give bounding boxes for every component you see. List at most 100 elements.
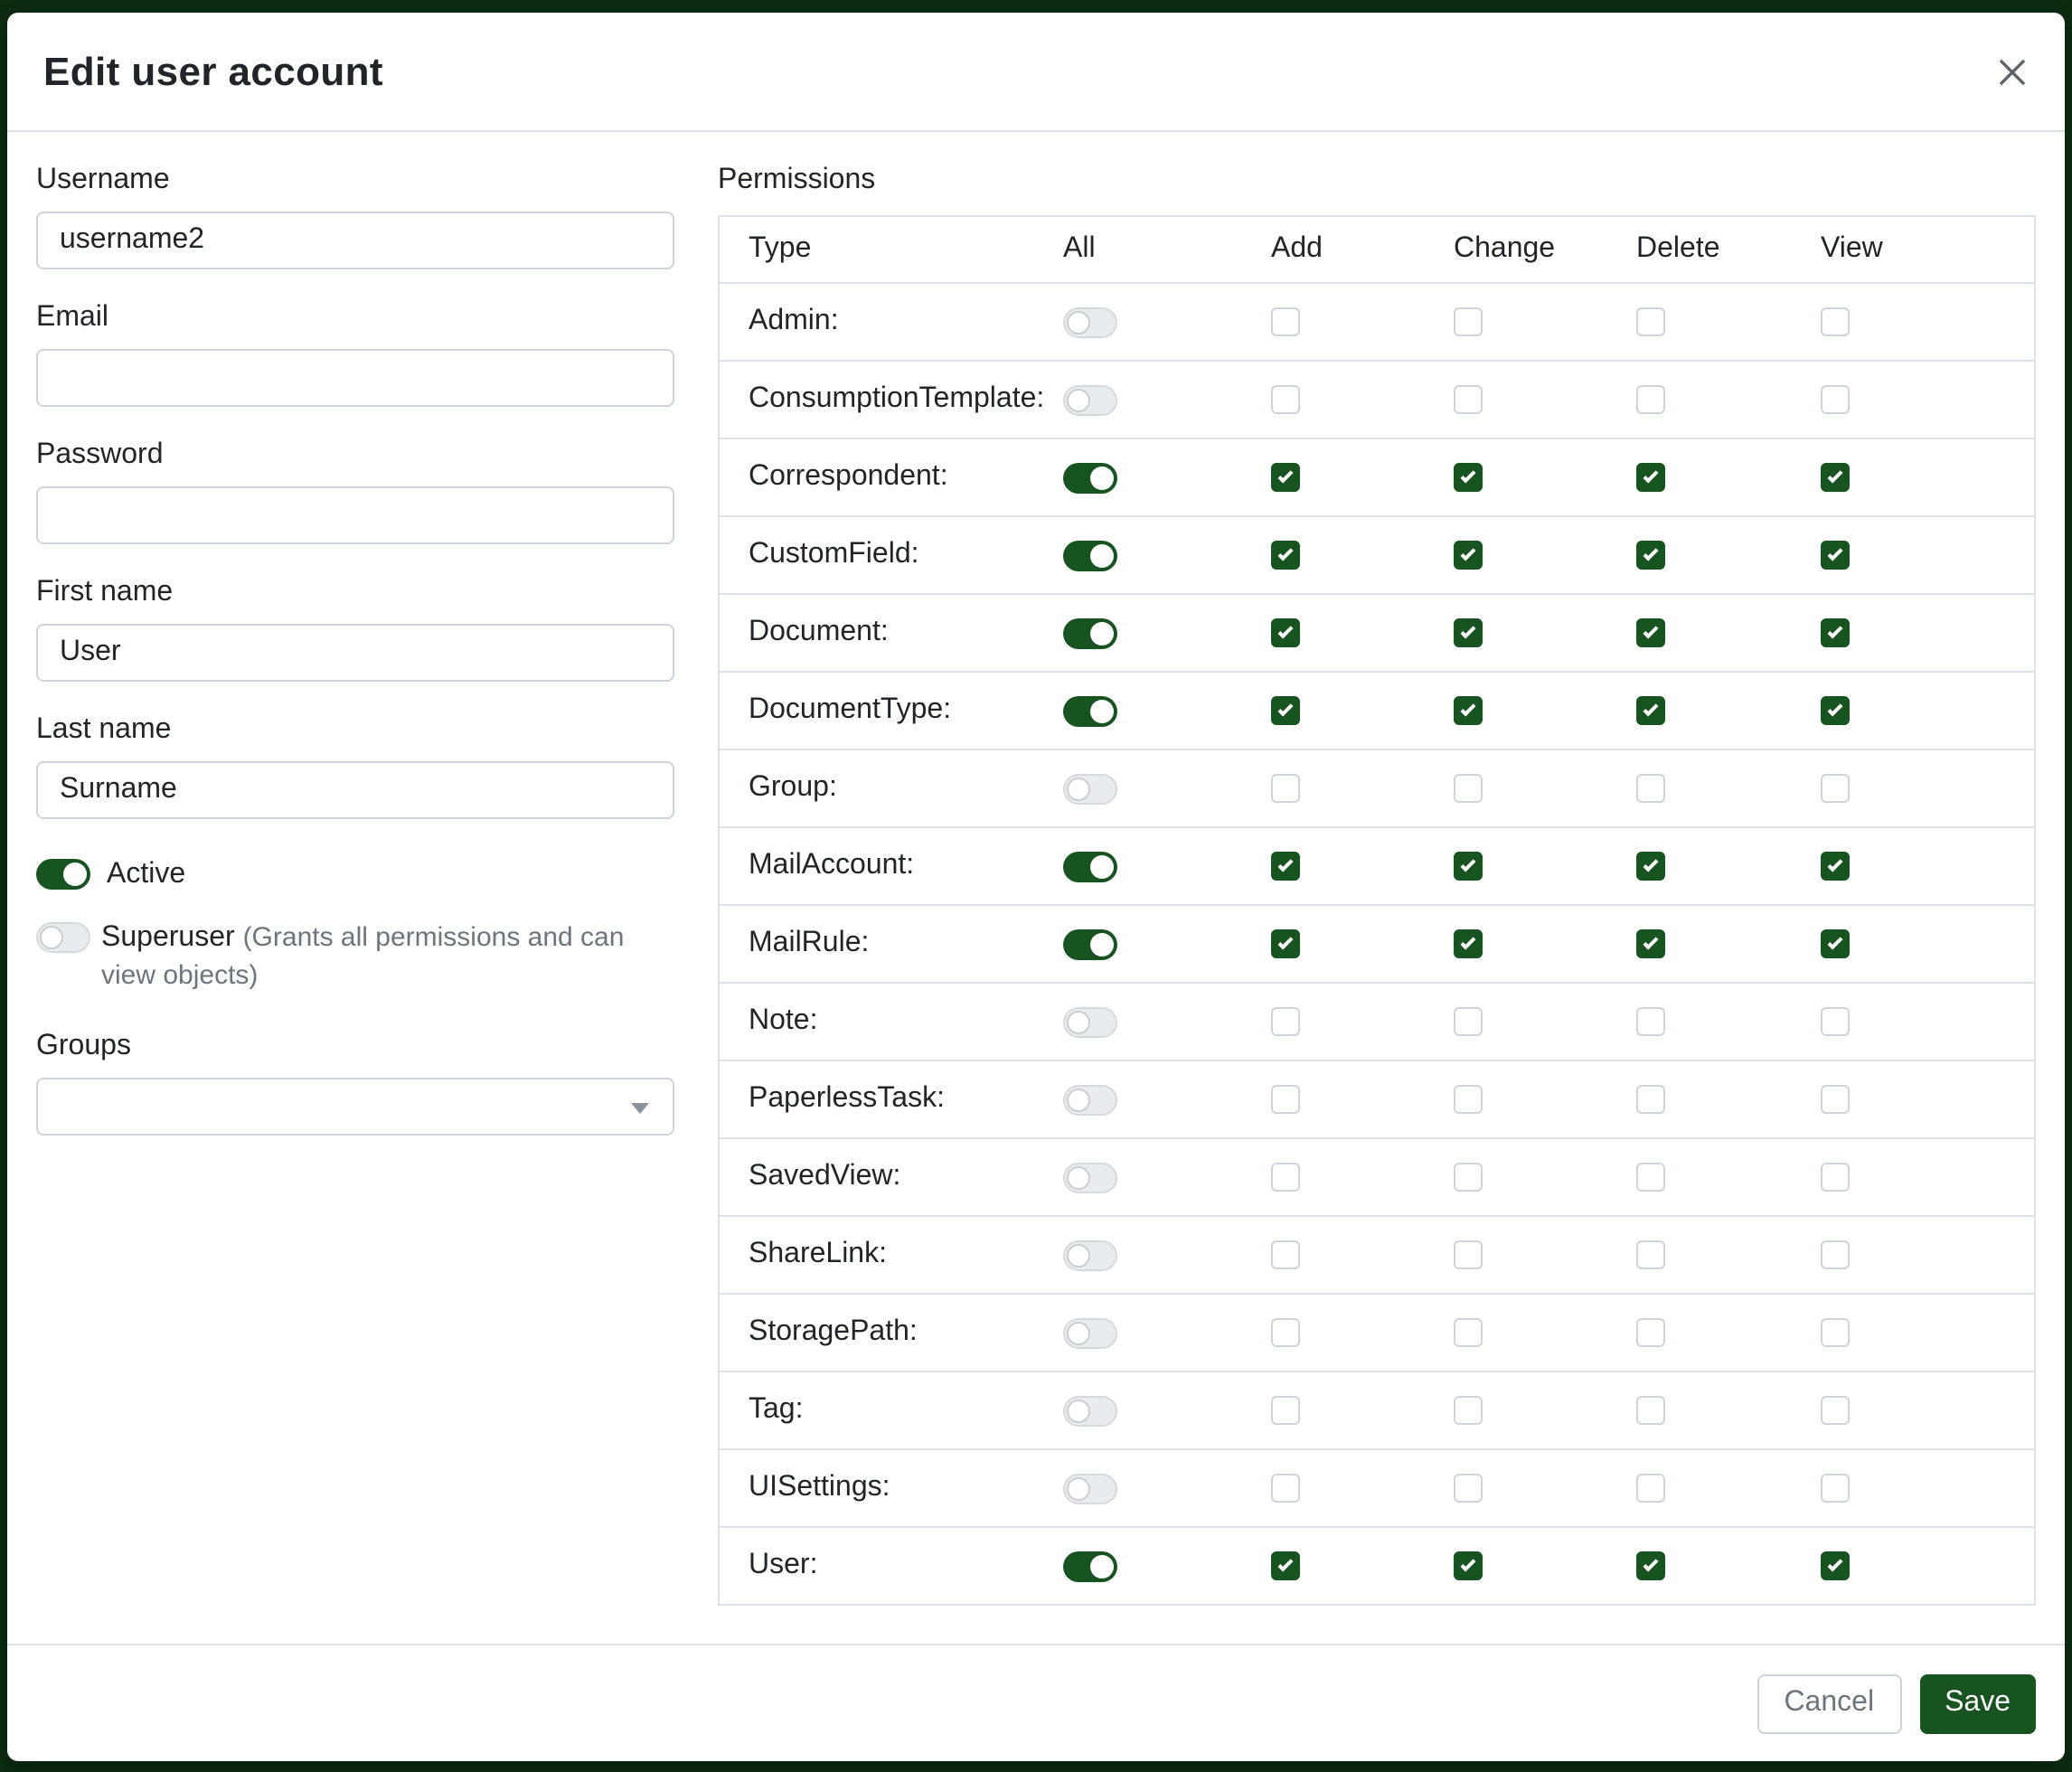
perm-checkbox-delete[interactable] [1636, 1551, 1665, 1580]
first-name-input[interactable] [36, 624, 674, 682]
close-icon[interactable] [1989, 48, 2036, 95]
perm-checkbox-change[interactable] [1454, 1474, 1483, 1503]
perm-checkbox-add[interactable] [1271, 929, 1300, 958]
perm-checkbox-change[interactable] [1454, 463, 1483, 492]
perm-checkbox-add[interactable] [1271, 774, 1300, 803]
perm-toggle-all[interactable] [1063, 617, 1117, 648]
perm-checkbox-view[interactable] [1821, 618, 1850, 647]
perm-checkbox-view[interactable] [1821, 1318, 1850, 1347]
permissions-section: Permissions TypeAllAddChangeDeleteView A… [718, 161, 2036, 1615]
perm-cell-all [1063, 306, 1271, 337]
perm-checkbox-delete[interactable] [1636, 929, 1665, 958]
perm-checkbox-change[interactable] [1454, 774, 1483, 803]
perm-checkbox-change[interactable] [1454, 541, 1483, 570]
perm-checkbox-add[interactable] [1271, 1240, 1300, 1269]
perm-checkbox-view[interactable] [1821, 1474, 1850, 1503]
perm-checkbox-add[interactable] [1271, 541, 1300, 570]
perm-checkbox-view[interactable] [1821, 929, 1850, 958]
perm-toggle-all[interactable] [1063, 1084, 1117, 1115]
perm-toggle-all[interactable] [1063, 306, 1117, 337]
groups-select[interactable] [36, 1078, 674, 1136]
perm-checkbox-change[interactable] [1454, 1396, 1483, 1425]
perm-checkbox-change[interactable] [1454, 1007, 1483, 1036]
perm-toggle-all[interactable] [1063, 540, 1117, 570]
perm-checkbox-add[interactable] [1271, 1085, 1300, 1114]
perm-checkbox-change[interactable] [1454, 852, 1483, 881]
perm-checkbox-add[interactable] [1271, 385, 1300, 414]
perm-checkbox-view[interactable] [1821, 852, 1850, 881]
perm-checkbox-add[interactable] [1271, 1551, 1300, 1580]
last-name-input[interactable] [36, 761, 674, 819]
perm-checkbox-add[interactable] [1271, 696, 1300, 725]
superuser-toggle[interactable] [36, 922, 90, 953]
perm-checkbox-add[interactable] [1271, 1474, 1300, 1503]
email-input[interactable] [36, 349, 674, 407]
perm-toggle-all[interactable] [1063, 1239, 1117, 1270]
perm-checkbox-delete[interactable] [1636, 307, 1665, 336]
perm-checkbox-view[interactable] [1821, 463, 1850, 492]
perm-checkbox-change[interactable] [1454, 1085, 1483, 1114]
password-input[interactable] [36, 486, 674, 544]
perm-checkbox-delete[interactable] [1636, 1474, 1665, 1503]
perm-toggle-all[interactable] [1063, 1473, 1117, 1503]
perm-checkbox-change[interactable] [1454, 929, 1483, 958]
perm-checkbox-view[interactable] [1821, 1396, 1850, 1425]
perm-toggle-all[interactable] [1063, 1317, 1117, 1348]
perm-checkbox-view[interactable] [1821, 1007, 1850, 1036]
perm-checkbox-delete[interactable] [1636, 1085, 1665, 1114]
perm-toggle-all[interactable] [1063, 1162, 1117, 1192]
perm-checkbox-delete[interactable] [1636, 696, 1665, 725]
perm-cell-change [1454, 929, 1636, 958]
perm-checkbox-delete[interactable] [1636, 385, 1665, 414]
cancel-button[interactable]: Cancel [1756, 1673, 1901, 1733]
perm-checkbox-view[interactable] [1821, 385, 1850, 414]
perm-toggle-all[interactable] [1063, 773, 1117, 804]
perm-checkbox-view[interactable] [1821, 1085, 1850, 1114]
perm-checkbox-change[interactable] [1454, 307, 1483, 336]
perm-checkbox-view[interactable] [1821, 696, 1850, 725]
perm-checkbox-add[interactable] [1271, 618, 1300, 647]
perm-checkbox-view[interactable] [1821, 1240, 1850, 1269]
perm-checkbox-change[interactable] [1454, 696, 1483, 725]
perm-toggle-all[interactable] [1063, 1395, 1117, 1426]
perm-checkbox-add[interactable] [1271, 1163, 1300, 1192]
perm-checkbox-change[interactable] [1454, 1163, 1483, 1192]
perm-checkbox-delete[interactable] [1636, 1318, 1665, 1347]
perm-cell-view [1821, 852, 2034, 881]
perm-checkbox-delete[interactable] [1636, 852, 1665, 881]
perm-checkbox-delete[interactable] [1636, 618, 1665, 647]
perm-checkbox-view[interactable] [1821, 307, 1850, 336]
perm-checkbox-delete[interactable] [1636, 1396, 1665, 1425]
perm-toggle-all[interactable] [1063, 1006, 1117, 1037]
perm-checkbox-change[interactable] [1454, 1240, 1483, 1269]
perm-checkbox-add[interactable] [1271, 307, 1300, 336]
perm-checkbox-delete[interactable] [1636, 541, 1665, 570]
perm-toggle-all[interactable] [1063, 462, 1117, 493]
perm-toggle-all[interactable] [1063, 695, 1117, 726]
perm-toggle-all[interactable] [1063, 384, 1117, 415]
perm-checkbox-delete[interactable] [1636, 774, 1665, 803]
perm-checkbox-add[interactable] [1271, 1396, 1300, 1425]
perm-checkbox-view[interactable] [1821, 1163, 1850, 1192]
perm-checkbox-add[interactable] [1271, 1007, 1300, 1036]
perm-toggle-all[interactable] [1063, 1550, 1117, 1581]
perm-checkbox-change[interactable] [1454, 385, 1483, 414]
perm-checkbox-add[interactable] [1271, 852, 1300, 881]
perm-checkbox-add[interactable] [1271, 1318, 1300, 1347]
perm-checkbox-view[interactable] [1821, 541, 1850, 570]
active-toggle[interactable] [36, 859, 90, 890]
perm-toggle-all[interactable] [1063, 928, 1117, 959]
save-button[interactable]: Save [1919, 1673, 2036, 1733]
perm-checkbox-delete[interactable] [1636, 463, 1665, 492]
perm-checkbox-delete[interactable] [1636, 1240, 1665, 1269]
perm-checkbox-delete[interactable] [1636, 1163, 1665, 1192]
perm-checkbox-view[interactable] [1821, 1551, 1850, 1580]
perm-checkbox-change[interactable] [1454, 618, 1483, 647]
perm-toggle-all[interactable] [1063, 851, 1117, 881]
perm-checkbox-add[interactable] [1271, 463, 1300, 492]
perm-checkbox-change[interactable] [1454, 1318, 1483, 1347]
username-input[interactable] [36, 212, 674, 269]
perm-checkbox-view[interactable] [1821, 774, 1850, 803]
perm-checkbox-change[interactable] [1454, 1551, 1483, 1580]
perm-checkbox-delete[interactable] [1636, 1007, 1665, 1036]
